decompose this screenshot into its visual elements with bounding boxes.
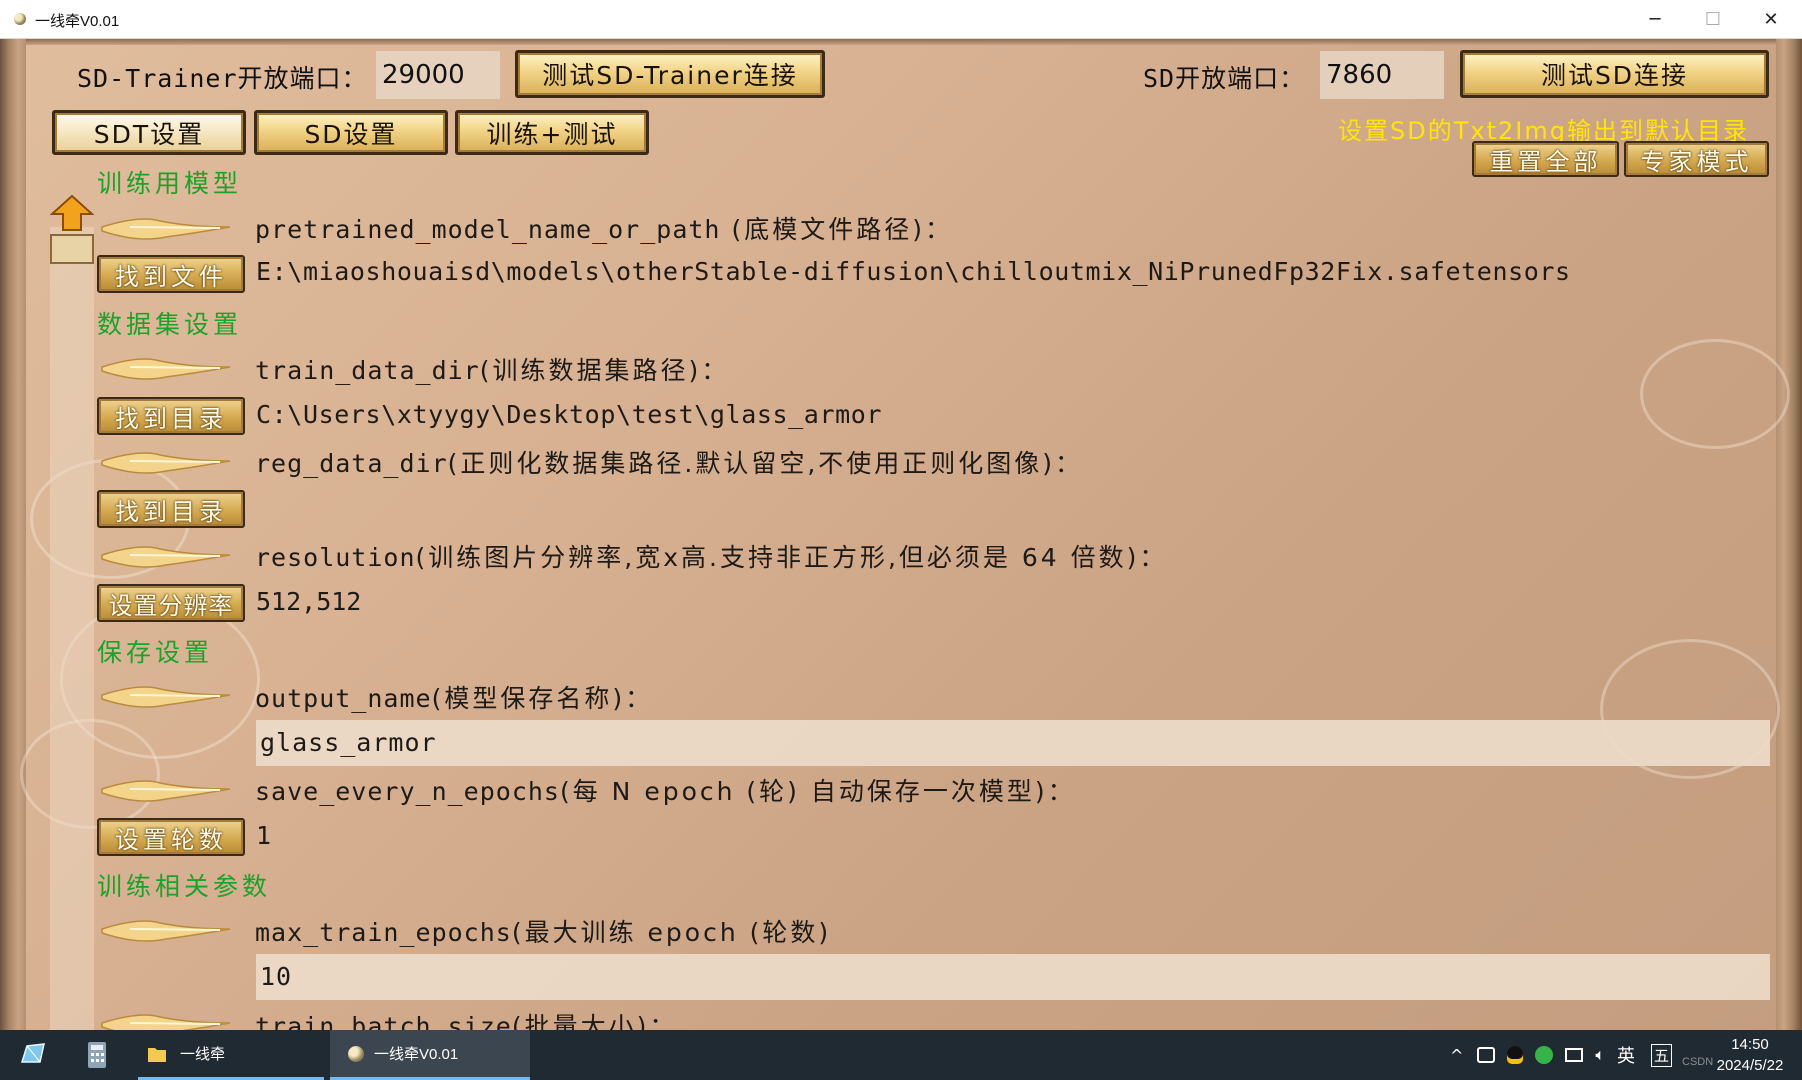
set-epochs-button[interactable]: 设置轮数 [97, 818, 245, 856]
frame-top [0, 39, 1802, 45]
param-name: reg_data_dir [255, 449, 448, 478]
param-resolution: resolution(训练图片分辨率,宽x高.支持非正方形,但必须是 64 倍数… [255, 538, 1167, 574]
param-arrow-icon [101, 546, 231, 568]
test-sdt-connection-button[interactable]: 测试SD-Trainer连接 [515, 50, 825, 98]
param-name: resolution [255, 543, 416, 572]
tray-network-app-icon[interactable] [1477, 1047, 1496, 1063]
watermark: CSDN [1682, 1056, 1714, 1068]
sd-port-label: SD开放端口： [1143, 64, 1306, 93]
param-arrow-icon [101, 780, 231, 802]
param-desc: (最大训练 epoch (轮数) [511, 918, 832, 947]
folder-icon [148, 1047, 166, 1062]
param-desc: (批量大小)： [511, 1012, 678, 1030]
taskbar-app-icon [348, 1045, 364, 1062]
taskbar-folder-label: 一线牵 [180, 1046, 226, 1063]
param-pretrained-model: pretrained_model_name_or_path (底模文件路径)： [255, 210, 953, 246]
param-arrow-icon [101, 920, 231, 942]
param-desc: (正则化数据集路径.默认留空,不使用正则化图像)： [447, 449, 1084, 478]
tray-qq-icon[interactable] [1507, 1046, 1524, 1064]
max-train-epochs-input[interactable]: 10 [256, 954, 1770, 1000]
save-every-n-epochs-value[interactable]: 1 [256, 821, 271, 850]
window-title: 一线牵V0.01 [35, 13, 120, 30]
tray-expand-chevron-icon[interactable]: ^ [1450, 1046, 1463, 1065]
param-max-train-epochs: max_train_epochs(最大训练 epoch (轮数) [255, 913, 831, 949]
pretrained-model-path[interactable]: E:\miaoshouaisd\models\otherStable-diffu… [256, 257, 1571, 286]
cloud-decoration [1640, 339, 1790, 449]
test-sd-connection-button[interactable]: 测试SD连接 [1460, 50, 1769, 98]
section-title-save: 保存设置 [97, 638, 214, 667]
output-name-input[interactable]: glass_armor [256, 720, 1770, 766]
param-name: train_data_dir [255, 356, 480, 385]
section-title-model: 训练用模型 [97, 169, 243, 198]
param-save-every-n-epochs: save_every_n_epochs(每 N epoch (轮) 自动保存一次… [255, 772, 1076, 808]
param-name: max_train_epochs [255, 918, 512, 947]
frame-left [0, 39, 26, 1030]
expert-mode-button[interactable]: 专家模式 [1624, 141, 1769, 177]
side-rail [50, 227, 94, 1030]
sdt-port-input[interactable] [376, 51, 500, 99]
collapse-handle[interactable] [50, 234, 94, 264]
tab-sdt-settings[interactable]: SDT设置 [52, 110, 246, 155]
param-name: train_batch_size [255, 1012, 512, 1030]
param-arrow-icon [101, 686, 231, 708]
clock-date: 2024/5/22 [1716, 1057, 1784, 1074]
frame-right [1776, 39, 1802, 1030]
tray-green-app-icon[interactable] [1535, 1046, 1554, 1064]
app-main: SD-Trainer开放端口： 测试SD-Trainer连接 SD开放端口： 测… [0, 39, 1802, 1030]
app-icon [14, 13, 26, 25]
tray-input-method[interactable]: 五 [1651, 1043, 1673, 1067]
clock-time: 14:50 [1731, 1036, 1769, 1053]
param-arrow-icon [101, 1014, 231, 1030]
section-title-training: 训练相关参数 [97, 872, 272, 901]
tray-monitor-icon[interactable] [1565, 1048, 1584, 1062]
calculator-icon[interactable] [82, 1040, 112, 1070]
section-title-dataset: 数据集设置 [97, 310, 243, 339]
find-file-button[interactable]: 找到文件 [97, 255, 245, 293]
maximize-button[interactable]: ☐ [1684, 0, 1742, 39]
param-desc: (训练图片分辨率,宽x高.支持非正方形,但必须是 64 倍数)： [415, 543, 1168, 572]
set-resolution-button[interactable]: 设置分辨率 [97, 584, 245, 622]
sdt-port-label: SD-Trainer开放端口： [77, 64, 368, 93]
tray-volume-icon[interactable]: 🔈︎ [1595, 1045, 1605, 1065]
param-train-batch-size: train_batch_size(批量大小)： [255, 1007, 677, 1030]
train-data-dir-path[interactable]: C:\Users\xtyygy\Desktop\test\glass_armor [256, 400, 882, 429]
sd-port-input[interactable] [1320, 51, 1444, 99]
taskbar-app-item[interactable]: 一线牵V0.01 [330, 1030, 530, 1080]
param-output-name: output_name(模型保存名称)： [255, 679, 653, 715]
resolution-value[interactable]: 512,512 [256, 587, 361, 616]
param-arrow-icon [101, 218, 231, 240]
taskbar-app-label: 一线牵V0.01 [374, 1046, 459, 1063]
close-button[interactable]: ✕ [1742, 0, 1800, 39]
taskbar-folder-item[interactable]: 一线牵 [138, 1030, 324, 1080]
param-reg-data-dir: reg_data_dir(正则化数据集路径.默认留空,不使用正则化图像)： [255, 444, 1083, 480]
find-directory-button[interactable]: 找到目录 [97, 397, 245, 435]
param-name: output_name [255, 684, 432, 713]
collapse-up-arrow-icon[interactable] [50, 194, 94, 232]
param-desc: (每 N epoch (轮) 自动保存一次模型)： [559, 777, 1076, 806]
param-arrow-icon [101, 358, 231, 380]
window-title-bar: 一线牵V0.01 ─ ☐ ✕ [0, 0, 1802, 39]
reset-all-button[interactable]: 重置全部 [1472, 141, 1619, 177]
taskbar-clock[interactable]: 14:50 2024/5/22 [1710, 1034, 1790, 1076]
param-arrow-icon [101, 452, 231, 474]
param-name: pretrained_model_name_or_path [255, 215, 721, 244]
tab-sd-settings[interactable]: SD设置 [254, 110, 448, 155]
param-desc: (底模文件路径)： [720, 215, 953, 244]
tab-train-test[interactable]: 训练+测试 [455, 110, 649, 155]
param-train-data-dir: train_data_dir(训练数据集路径)： [255, 351, 729, 387]
param-desc: (训练数据集路径)： [479, 356, 730, 385]
system-tray: ^ 🔈︎ 英 五 [1450, 1030, 1673, 1080]
tray-ime-language[interactable]: 英 [1617, 1042, 1635, 1068]
param-name: save_every_n_epochs [255, 777, 560, 806]
find-reg-directory-button[interactable]: 找到目录 [97, 490, 245, 528]
minimize-button[interactable]: ─ [1626, 0, 1684, 39]
taskbar: 一线牵 一线牵V0.01 ^ 🔈︎ 英 五 14:50 2024/5/22 [0, 1030, 1802, 1080]
param-desc: (模型保存名称)： [431, 684, 654, 713]
start-button-icon[interactable] [18, 1040, 48, 1070]
